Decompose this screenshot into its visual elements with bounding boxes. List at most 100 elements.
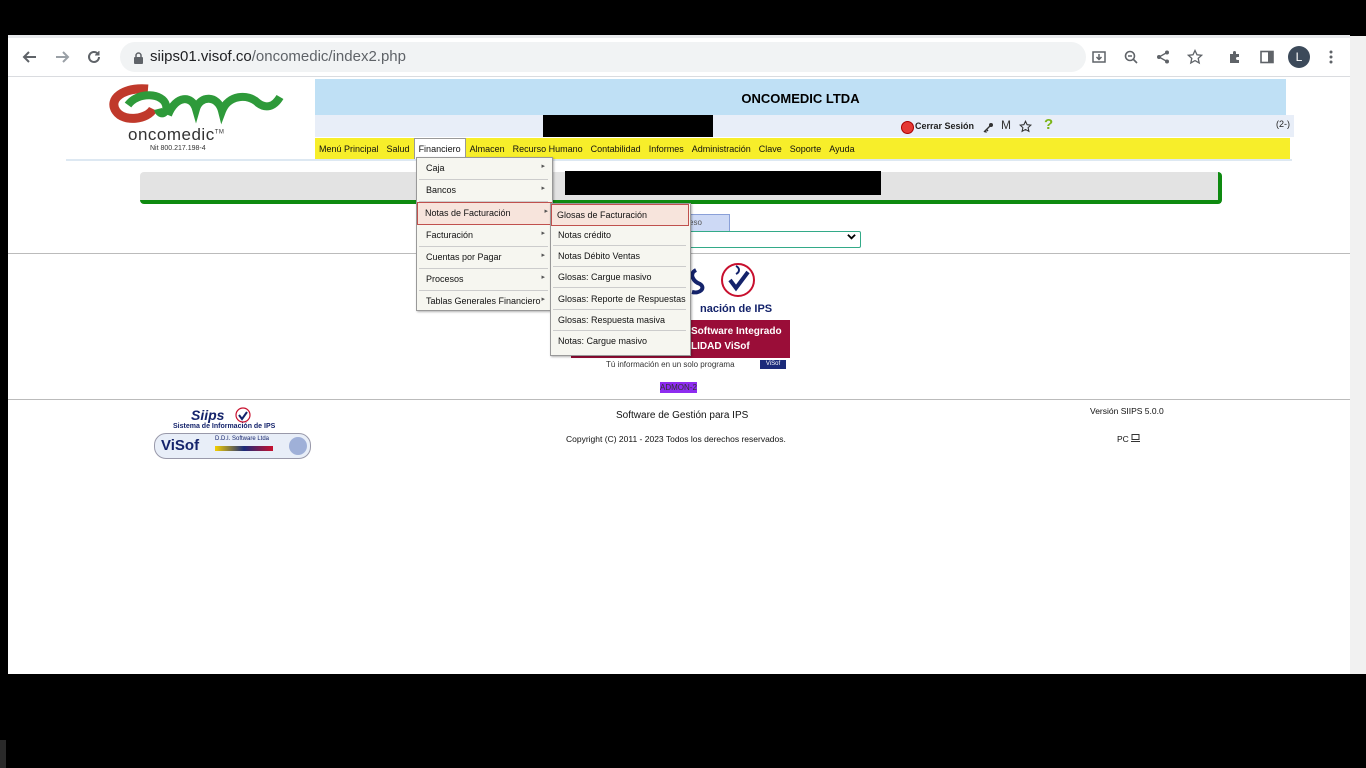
footer-siips-sub: Sistema de Información de IPS bbox=[173, 423, 276, 430]
logo-trademark: TM bbox=[214, 129, 225, 136]
visof-badge: ViSof bbox=[760, 360, 786, 369]
dropdown-item-bancos[interactable]: Bancos ▸ bbox=[419, 180, 548, 202]
notas-submenu: Glosas de Facturación Notas crédito Nota… bbox=[550, 203, 691, 356]
admon-tag: ADMON-2 bbox=[660, 382, 697, 393]
arrow-right-icon: ▸ bbox=[541, 252, 545, 259]
help-icon[interactable]: ? bbox=[1044, 116, 1053, 133]
side-strip bbox=[1350, 36, 1366, 674]
dropdown-item-label: Facturación bbox=[426, 230, 474, 240]
dropdown-item-caja[interactable]: Caja ▸ bbox=[419, 158, 548, 180]
footer-title: Software de Gestión para IPS bbox=[616, 410, 749, 421]
arrow-right-icon: ▸ bbox=[541, 296, 545, 303]
redacted-title-box bbox=[565, 171, 881, 195]
footer-visof-sub: D.D.I. Software Ltda bbox=[215, 436, 270, 442]
banner-line-2: LIDAD ViSof bbox=[691, 341, 750, 352]
lock-icon[interactable] bbox=[133, 50, 144, 69]
footer-version: Versión SIIPS 5.0.0 bbox=[1090, 406, 1164, 416]
submenu-item-glosas-de-facturacion[interactable]: Glosas de Facturación bbox=[551, 204, 689, 226]
footer-copyright: Copyright (C) 2011 - 2023 Todos los dere… bbox=[566, 434, 786, 444]
menu-item-clave[interactable]: Clave bbox=[755, 138, 786, 159]
company-name: ONCOMEDIC LTDA bbox=[741, 91, 860, 106]
dropdown-item-label: Notas de Facturación bbox=[425, 208, 511, 218]
process-select[interactable] bbox=[684, 231, 861, 248]
menu-item-salud[interactable]: Salud bbox=[383, 138, 414, 159]
menu-item-financiero[interactable]: Financiero bbox=[413, 138, 466, 159]
os-bottom-bar bbox=[6, 674, 1366, 768]
footer-siips-title: Siips bbox=[191, 407, 225, 423]
submenu-item-label: Glosas: Cargue masivo bbox=[558, 272, 652, 282]
menu-item-contabilidad[interactable]: Contabilidad bbox=[587, 138, 645, 159]
dropdown-item-procesos[interactable]: Procesos ▸ bbox=[419, 269, 548, 291]
submenu-item-label: Glosas: Respuesta masiva bbox=[558, 315, 666, 325]
dropdown-item-label: Cuentas por Pagar bbox=[426, 252, 502, 262]
banner-line-1: Software Integrado bbox=[691, 326, 782, 337]
key-icon[interactable] bbox=[982, 119, 994, 138]
menu-item-soporte[interactable]: Soporte bbox=[786, 138, 826, 159]
header-divider bbox=[66, 159, 1292, 161]
more-menu-icon[interactable] bbox=[1318, 44, 1344, 70]
computer-icon bbox=[1131, 434, 1141, 444]
oncomedic-logo: oncomedicTM Nit 800.217.198-4 bbox=[108, 79, 288, 155]
m-button[interactable]: M bbox=[1001, 118, 1011, 132]
side-panel-icon[interactable] bbox=[1254, 44, 1280, 70]
submenu-item-glosas-reporte-respuestas[interactable]: Glosas: Reporte de Respuestas bbox=[553, 289, 686, 310]
menu-item-administracion[interactable]: Administración bbox=[688, 138, 755, 159]
logout-link[interactable]: Cerrar Sesión bbox=[915, 121, 974, 131]
financiero-dropdown: Caja ▸ Bancos ▸ Notas de Facturación ▸ Fact… bbox=[416, 157, 553, 311]
url-host: siips01.visof.co bbox=[150, 48, 252, 65]
dropdown-item-tablas-generales[interactable]: Tablas Generales Financiero ▸ bbox=[419, 291, 548, 312]
profile-avatar[interactable]: L bbox=[1288, 46, 1310, 68]
share-icon[interactable] bbox=[1150, 44, 1176, 70]
submenu-item-label: Notas crédito bbox=[558, 230, 612, 240]
logo-nit: Nit 800.217.198-4 bbox=[150, 145, 206, 152]
menu-item-menu-principal[interactable]: Menú Principal bbox=[315, 138, 383, 159]
arrow-right-icon: ▸ bbox=[541, 185, 545, 192]
favorite-star-icon[interactable] bbox=[1018, 118, 1033, 137]
reload-icon[interactable] bbox=[81, 44, 107, 70]
zoom-icon[interactable] bbox=[1118, 44, 1144, 70]
footer-visof-logo: ViSof bbox=[161, 437, 200, 454]
session-tag: (2-) bbox=[1276, 119, 1290, 129]
submenu-item-label: Notas: Cargue masivo bbox=[558, 336, 648, 346]
submenu-item-label: Glosas de Facturación bbox=[557, 210, 648, 220]
menu-item-informes[interactable]: Informes bbox=[645, 138, 688, 159]
os-corner bbox=[0, 740, 6, 768]
menu-item-recurso-humano[interactable]: Recurso Humano bbox=[509, 138, 587, 159]
submenu-item-label: Glosas: Reporte de Respuestas bbox=[558, 294, 686, 304]
dropdown-item-cuentas-por-pagar[interactable]: Cuentas por Pagar ▸ bbox=[419, 247, 548, 269]
submenu-item-notas-credito[interactable]: Notas crédito bbox=[553, 225, 686, 246]
web-page: oncomedicTM Nit 800.217.198-4 ONCOMEDIC … bbox=[8, 77, 1350, 674]
submenu-item-notas-debito-ventas[interactable]: Notas Débito Ventas bbox=[553, 246, 686, 267]
divider bbox=[8, 399, 1350, 400]
logout-icon[interactable] bbox=[901, 121, 914, 134]
menu-item-ayuda[interactable]: Ayuda bbox=[825, 138, 858, 159]
dropdown-item-label: Bancos bbox=[426, 185, 457, 195]
arrow-right-icon: ▸ bbox=[541, 163, 545, 170]
menu-item-almacen[interactable]: Almacen bbox=[466, 138, 509, 159]
install-icon[interactable] bbox=[1086, 44, 1112, 70]
submenu-item-notas-cargue-masivo[interactable]: Notas: Cargue masivo bbox=[553, 331, 686, 351]
redacted-user-box bbox=[543, 115, 713, 137]
submenu-item-glosas-respuesta-masiva[interactable]: Glosas: Respuesta masiva bbox=[553, 310, 686, 331]
arrow-right-icon: ▸ bbox=[544, 208, 548, 215]
bookmark-star-icon[interactable] bbox=[1182, 44, 1208, 70]
submenu-item-label: Notas Débito Ventas bbox=[558, 251, 641, 261]
dropdown-item-facturacion[interactable]: Facturación ▸ bbox=[419, 225, 548, 247]
submenu-item-glosas-cargue-masivo[interactable]: Glosas: Cargue masivo bbox=[553, 267, 686, 288]
dropdown-item-label: Caja bbox=[426, 163, 445, 173]
dropdown-item-notas-de-facturacion[interactable]: Notas de Facturación ▸ bbox=[417, 202, 552, 225]
footer-logo: Siips Sistema de Información de IPS ViSo… bbox=[153, 405, 313, 461]
logo-wordmark: oncomedic bbox=[128, 125, 215, 144]
extensions-icon[interactable] bbox=[1222, 44, 1248, 70]
os-top-bar bbox=[0, 0, 1366, 36]
tagline: Tú información en un solo programa bbox=[606, 360, 735, 369]
address-bar[interactable]: siips01.visof.co/oncomedic/index2.php bbox=[120, 42, 1086, 72]
back-icon[interactable] bbox=[17, 44, 43, 70]
browser-toolbar: siips01.visof.co/oncomedic/index2.php L bbox=[8, 38, 1350, 77]
forward-icon[interactable] bbox=[49, 44, 75, 70]
arrow-right-icon: ▸ bbox=[541, 274, 545, 281]
visof-v-icon bbox=[289, 437, 307, 455]
company-bar: ONCOMEDIC LTDA bbox=[315, 79, 1286, 115]
chevron-down-icon bbox=[847, 232, 856, 244]
dropdown-item-label: Tablas Generales Financiero bbox=[426, 296, 541, 306]
